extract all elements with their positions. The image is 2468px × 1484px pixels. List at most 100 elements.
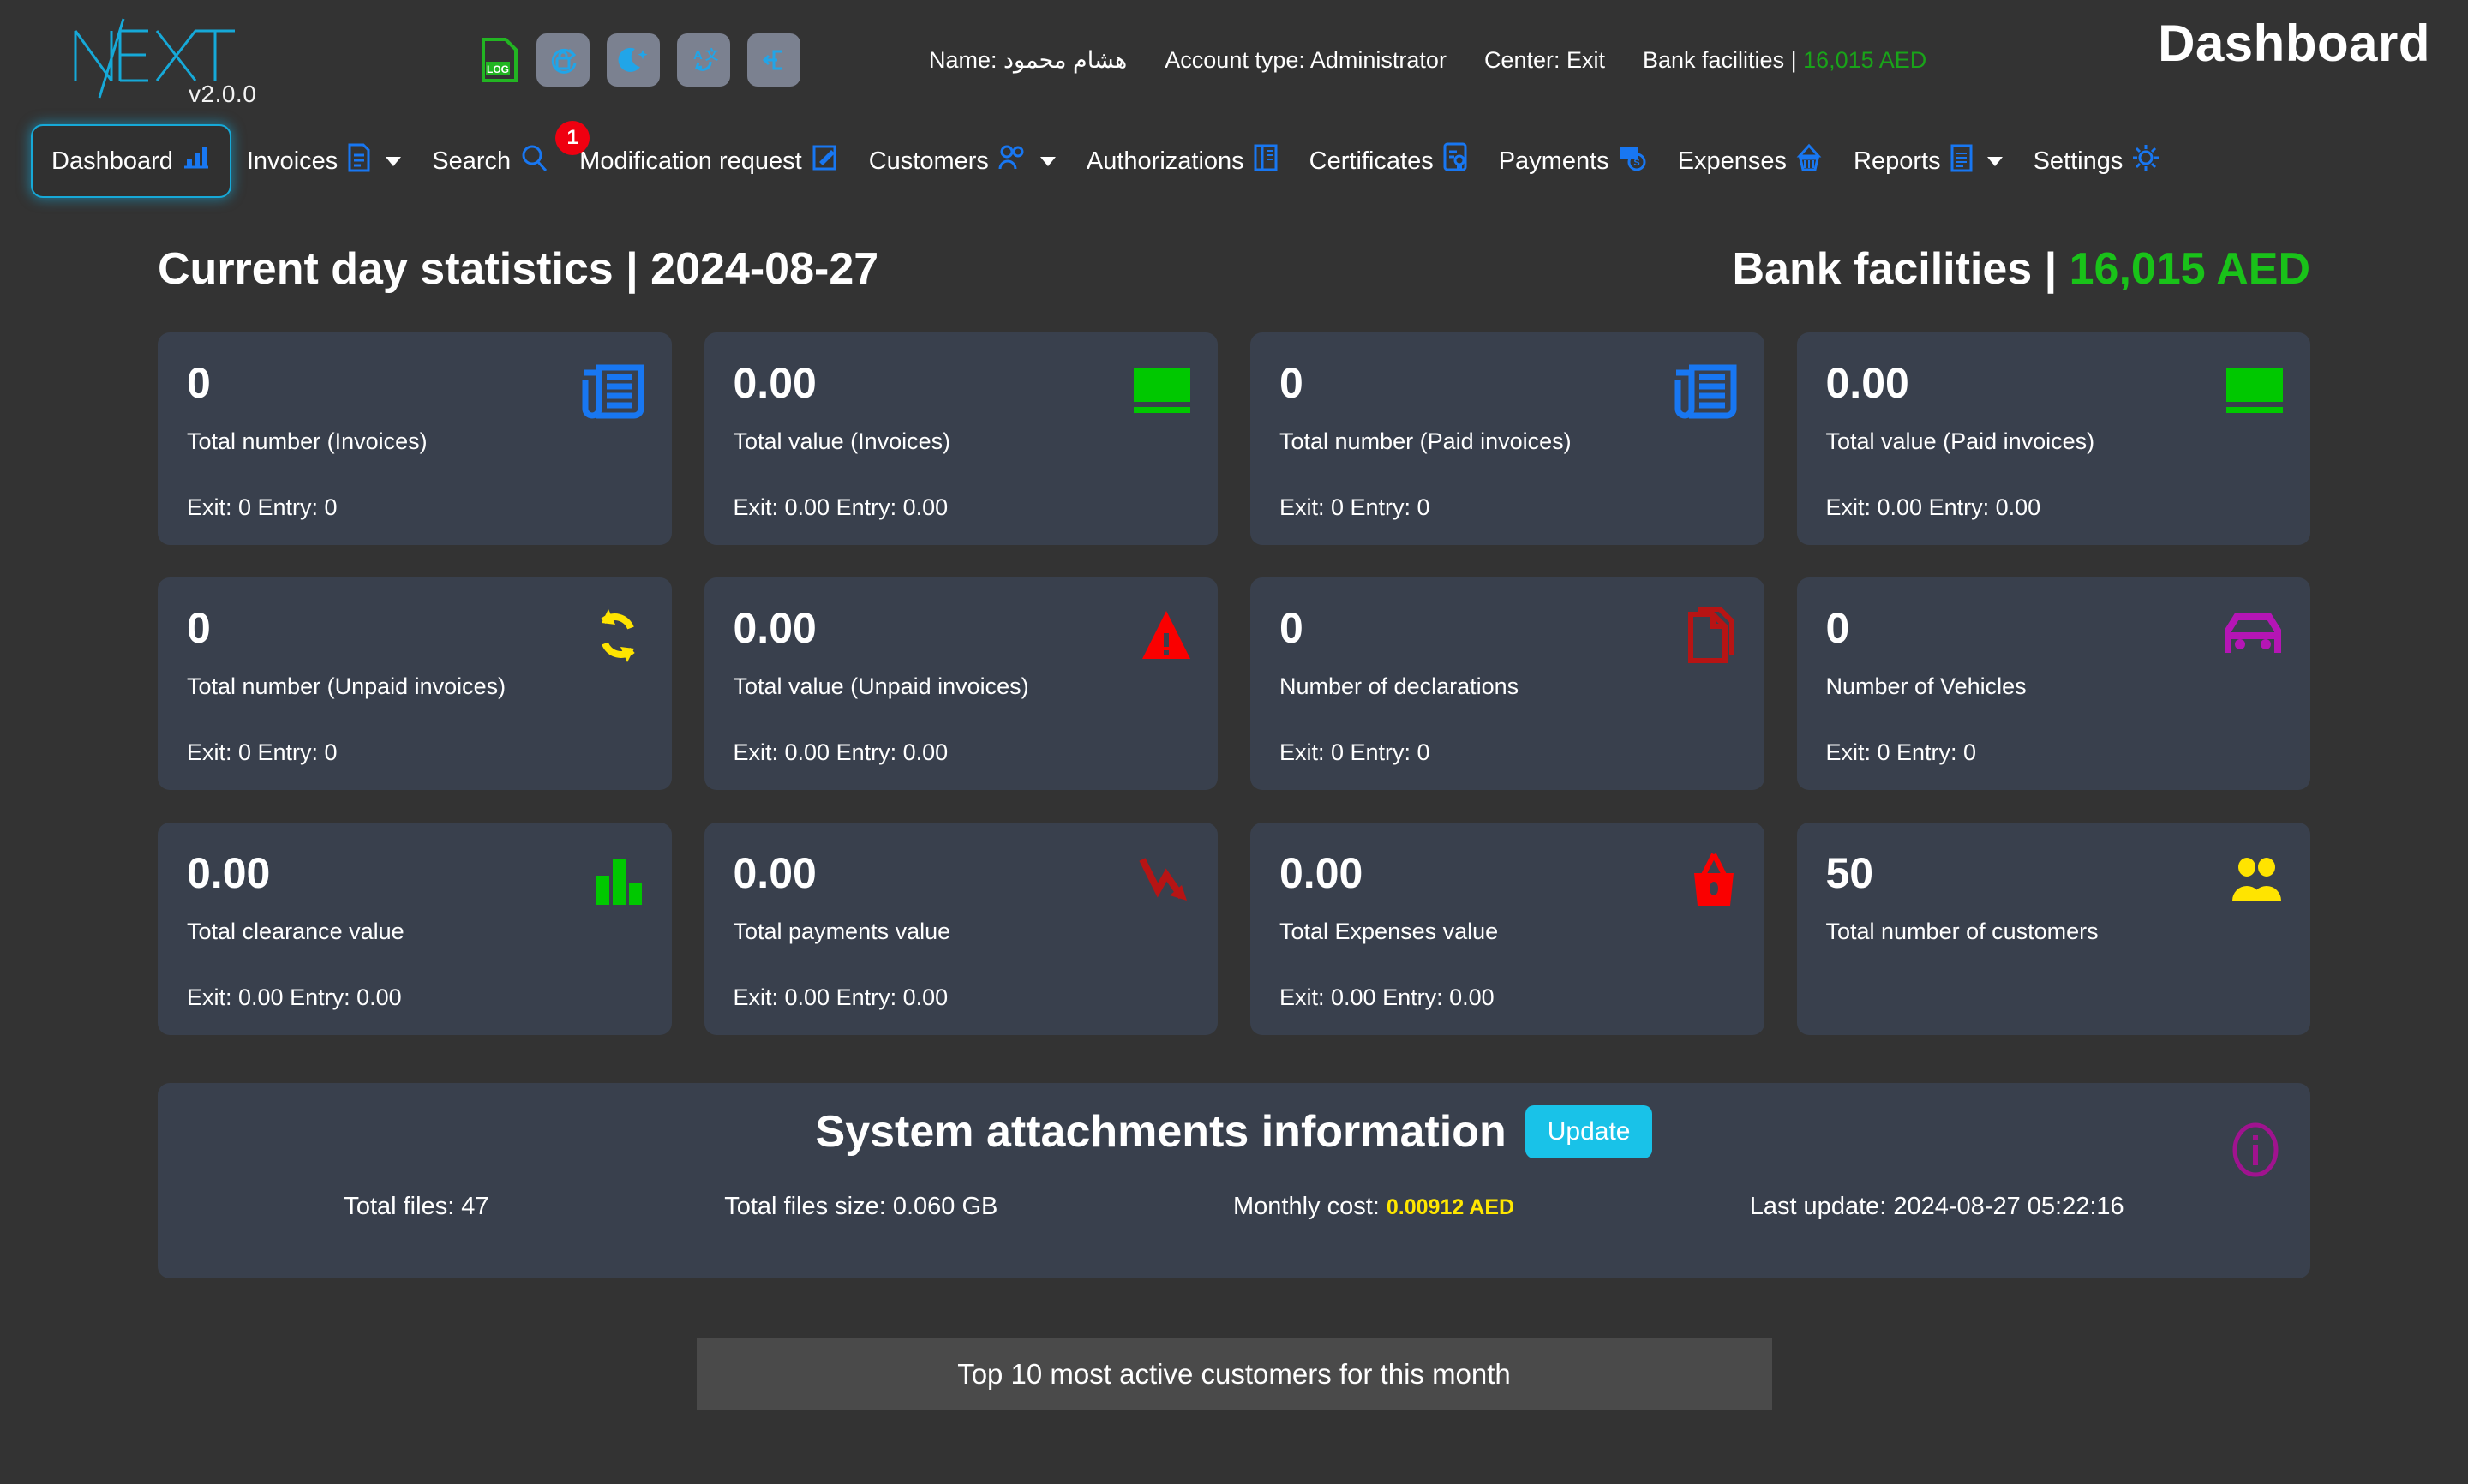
header-bank-value: 16,015 AED xyxy=(1803,47,1926,73)
bars-icon xyxy=(571,848,646,913)
stat-sub: Exit: 0 Entry: 0 xyxy=(187,739,338,766)
info-icon[interactable] xyxy=(2231,1122,2279,1182)
nav-item-certificates[interactable]: Certificates xyxy=(1294,135,1483,187)
modification-request-badge: 1 xyxy=(555,121,590,155)
nav-item-modification-request[interactable]: 1 Modification request xyxy=(564,136,854,186)
certificate-icon xyxy=(1442,142,1468,180)
svg-text:LOG: LOG xyxy=(487,63,509,75)
account-type: Account type: Administrator xyxy=(1165,47,1447,74)
edit-icon xyxy=(811,143,838,179)
log-file-icon[interactable]: LOG xyxy=(480,38,519,82)
translate-icon: A 文 xyxy=(686,43,721,77)
monthly-cost-label: Monthly cost: xyxy=(1233,1193,1387,1220)
stat-card[interactable]: 0.00 Total value (Paid invoices) Exit: 0… xyxy=(1797,332,2311,545)
stat-card[interactable]: 0 Total number (Invoices) Exit: 0 Entry:… xyxy=(158,332,672,545)
nav-item-dashboard[interactable]: Dashboard xyxy=(31,124,231,198)
page-title: Dashboard xyxy=(2158,14,2430,73)
brand-logo: v2.0.0 xyxy=(51,9,308,111)
section-bank-value: 16,015 AED xyxy=(2070,244,2310,294)
payment-icon: S xyxy=(1618,143,1647,179)
stat-card[interactable]: 0 Total number (Paid invoices) Exit: 0 E… xyxy=(1250,332,1764,545)
moon-icon xyxy=(616,43,650,77)
stat-sub: Exit: 0 Entry: 0 xyxy=(1279,494,1430,521)
header-bank-label: Bank facilities | xyxy=(1643,47,1803,73)
total-files-size: Total files size: 0.060 GB xyxy=(724,1193,997,1221)
brand-version: v2.0.0 xyxy=(189,81,256,108)
stat-card[interactable]: 50 Total number of customers xyxy=(1797,823,2311,1035)
change-password-button[interactable] xyxy=(536,33,590,87)
nav-item-expenses[interactable]: Expenses xyxy=(1662,136,1838,186)
section-bank-label: Bank facilities | xyxy=(1732,244,2069,294)
stats-grid: 0 Total number (Invoices) Exit: 0 Entry:… xyxy=(38,295,2430,1035)
stat-label: Total number (Invoices) xyxy=(187,428,643,455)
chevron-down-icon xyxy=(1987,157,2003,166)
nav-bar: Dashboard Invoices Search xyxy=(0,120,2468,202)
gear-icon xyxy=(2131,143,2160,179)
stat-card[interactable]: 0.00 Total clearance value Exit: 0.00 En… xyxy=(158,823,672,1035)
attachments-title: System attachments information xyxy=(816,1106,1507,1158)
logout-button[interactable] xyxy=(747,33,800,87)
attachments-panel: System attachments information Update To… xyxy=(158,1083,2310,1278)
stat-sub: Exit: 0 Entry: 0 xyxy=(1826,739,1977,766)
users-icon xyxy=(997,144,1027,178)
nav-item-authorizations[interactable]: Authorizations xyxy=(1071,136,1294,186)
top-customers-bar[interactable]: Top 10 most active customers for this mo… xyxy=(697,1338,1772,1410)
header-bank-facilities: Bank facilities | 16,015 AED xyxy=(1643,47,1926,74)
stat-card[interactable]: 0 Number of Vehicles Exit: 0 Entry: 0 xyxy=(1797,577,2311,790)
basket-icon xyxy=(1795,143,1823,179)
svg-text:A: A xyxy=(693,48,703,63)
nav-label-reports: Reports xyxy=(1854,147,1941,176)
nav-item-reports[interactable]: Reports xyxy=(1838,136,2018,186)
nav-item-invoices[interactable]: Invoices xyxy=(231,136,416,186)
stat-card[interactable]: 0.00 Total value (Unpaid invoices) Exit:… xyxy=(704,577,1219,790)
banknote-icon xyxy=(2209,358,2285,423)
section-title: Current day statistics | 2024-08-27 xyxy=(158,243,878,295)
nav-item-settings[interactable]: Settings xyxy=(2018,136,2177,186)
stat-sub: Exit: 0.00 Entry: 0.00 xyxy=(734,739,949,766)
stat-label: Total value (Unpaid invoices) xyxy=(734,673,1189,700)
people-icon xyxy=(2209,848,2285,913)
user-info: Name: هشام محمود Account type: Administr… xyxy=(929,47,1926,74)
stat-card[interactable]: 0 Total number (Unpaid invoices) Exit: 0… xyxy=(158,577,672,790)
top-customers-label: Top 10 most active customers for this mo… xyxy=(957,1358,1511,1391)
update-button[interactable]: Update xyxy=(1525,1105,1653,1158)
user-name: Name: هشام محمود xyxy=(929,47,1127,74)
stat-card[interactable]: 0.00 Total value (Invoices) Exit: 0.00 E… xyxy=(704,332,1219,545)
stat-card[interactable]: 0 Number of declarations Exit: 0 Entry: … xyxy=(1250,577,1764,790)
language-toggle[interactable]: A 文 xyxy=(677,33,730,87)
stat-label: Total value (Invoices) xyxy=(734,428,1189,455)
svg-text:文: 文 xyxy=(705,47,719,63)
stat-card[interactable]: 0.00 Total Expenses value Exit: 0.00 Ent… xyxy=(1250,823,1764,1035)
nav-label-settings: Settings xyxy=(2034,147,2124,176)
nav-label-expenses: Expenses xyxy=(1678,147,1787,176)
bag-icon xyxy=(1663,848,1739,913)
car-icon xyxy=(2209,603,2285,668)
warning-icon xyxy=(1117,603,1192,668)
nav-label-payments: Payments xyxy=(1499,147,1609,176)
attachments-stats: Total files: 47 Total files size: 0.060 … xyxy=(158,1193,2310,1221)
nav-label-customers: Customers xyxy=(869,147,989,176)
nav-label-authorizations: Authorizations xyxy=(1087,147,1244,176)
center: Center: Exit xyxy=(1484,47,1605,74)
nav-item-payments[interactable]: Payments S xyxy=(1483,136,1662,186)
stat-label: Total value (Paid invoices) xyxy=(1826,428,2282,455)
last-update: Last update: 2024-08-27 05:22:16 xyxy=(1750,1193,2124,1221)
nav-label-search: Search xyxy=(432,147,511,176)
nav-label-modification-request: Modification request xyxy=(579,147,802,176)
stat-sub: Exit: 0.00 Entry: 0.00 xyxy=(187,984,402,1011)
svg-text:S: S xyxy=(1633,158,1639,168)
stat-card[interactable]: 0.00 Total payments value Exit: 0.00 Ent… xyxy=(704,823,1219,1035)
bar-chart-icon xyxy=(182,143,211,179)
dark-mode-toggle[interactable] xyxy=(607,33,660,87)
stat-label: Total Expenses value xyxy=(1279,919,1735,945)
lock-reset-icon xyxy=(546,43,580,77)
nav-item-search[interactable]: Search xyxy=(416,136,564,186)
nav-item-customers[interactable]: Customers xyxy=(854,137,1071,185)
stat-label: Total number of customers xyxy=(1826,919,2282,945)
attachments-title-row: System attachments information Update xyxy=(158,1105,2310,1158)
main-content: Current day statistics | 2024-08-27 Bank… xyxy=(0,202,2468,1410)
document-icon xyxy=(346,143,372,179)
report-icon xyxy=(1950,143,1974,179)
newspaper-icon xyxy=(1663,358,1739,423)
stat-label: Number of Vehicles xyxy=(1826,673,2282,700)
